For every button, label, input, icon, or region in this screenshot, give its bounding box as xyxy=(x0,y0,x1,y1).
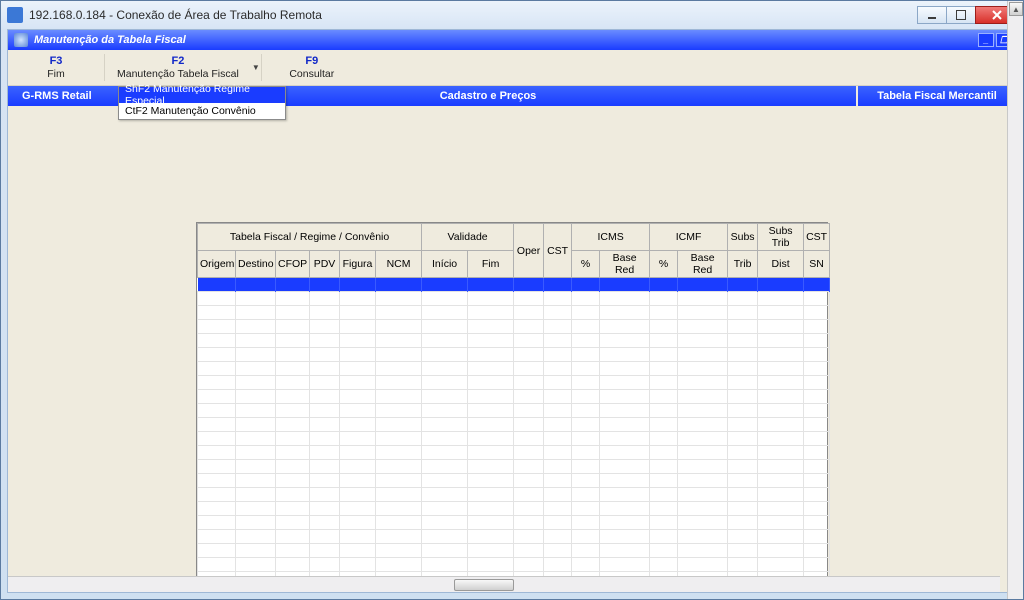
group-header-validade: Validade xyxy=(422,224,514,251)
fkey-f3-code: F3 xyxy=(50,55,63,67)
col-header-fim: Fim xyxy=(468,251,514,278)
scrollbar-thumb[interactable] xyxy=(454,579,514,591)
main-body: Tabela Fiscal / Regime / Convênio Valida… xyxy=(8,106,1016,592)
fkey-f2-dropdown-toggle[interactable]: ▼ xyxy=(251,50,261,85)
col-header-figura: Figura xyxy=(340,251,376,278)
fkey-f3[interactable]: F3 Fim xyxy=(8,50,104,85)
col-header-ncm: NCM xyxy=(376,251,422,278)
fkey-f2[interactable]: F2 Manutenção Tabela Fiscal xyxy=(105,50,251,85)
grid-empty-row[interactable] xyxy=(198,488,830,502)
grid-empty-row[interactable] xyxy=(198,446,830,460)
fkey-f2-code: F2 xyxy=(171,55,184,67)
mdi-minimize-button[interactable]: _ xyxy=(978,33,994,47)
grid-empty-row[interactable] xyxy=(198,376,830,390)
fkey-f9[interactable]: F9 Consultar xyxy=(262,50,362,85)
tabela-fiscal-grid[interactable]: Tabela Fiscal / Regime / Convênio Valida… xyxy=(196,222,828,592)
grid-empty-row[interactable] xyxy=(198,320,830,334)
group-header-tabela: Tabela Fiscal / Regime / Convênio xyxy=(198,224,422,251)
mdi-app-icon xyxy=(14,33,28,47)
col-header-inicio: Início xyxy=(422,251,468,278)
grid-empty-row[interactable] xyxy=(198,460,830,474)
grid-empty-row[interactable] xyxy=(198,418,830,432)
group-header-subs: Subs xyxy=(728,224,758,251)
col-header-icms-pc: % xyxy=(572,251,600,278)
grid-empty-row[interactable] xyxy=(198,362,830,376)
minimize-button[interactable] xyxy=(917,6,947,24)
grid-empty-row[interactable] xyxy=(198,432,830,446)
mdi-window-title: Manutenção da Tabela Fiscal xyxy=(34,34,976,46)
grid-empty-row[interactable] xyxy=(198,334,830,348)
outer-window-titlebar: 192.168.0.184 - Conexão de Área de Traba… xyxy=(1,1,1023,29)
col-header-substrib-dist: Dist xyxy=(758,251,804,278)
maximize-button[interactable] xyxy=(946,6,976,24)
fkey-f2-label: Manutenção Tabela Fiscal xyxy=(117,68,239,80)
grid-empty-row[interactable] xyxy=(198,390,830,404)
rdp-icon xyxy=(7,7,23,23)
fkey-f9-code: F9 xyxy=(305,55,318,67)
grid-empty-row[interactable] xyxy=(198,558,830,572)
group-header-substrib: Subs Trib xyxy=(758,224,804,251)
grid-empty-row[interactable] xyxy=(198,530,830,544)
col-header-icmf-basered: Base Red xyxy=(678,251,728,278)
grid-empty-row[interactable] xyxy=(198,404,830,418)
scroll-up-icon[interactable]: ▲ xyxy=(1009,2,1023,16)
grid-empty-row[interactable] xyxy=(198,474,830,488)
col-header-cfop: CFOP xyxy=(276,251,310,278)
col-header-origem: Origem xyxy=(198,251,236,278)
col-header-icmf-pc: % xyxy=(650,251,678,278)
col-header-icms-basered: Base Red xyxy=(600,251,650,278)
col-header-pdv: PDV xyxy=(310,251,340,278)
dropdown-item-regime-especial[interactable]: ShF2 Manutenção Regime Especial xyxy=(119,87,285,103)
fkey-f3-label: Fim xyxy=(47,68,65,80)
col-header-cst-sn: SN xyxy=(804,251,830,278)
group-header-cst2: CST xyxy=(804,224,830,251)
mdi-titlebar: Manutenção da Tabela Fiscal _ ❐ xyxy=(8,30,1016,50)
fkey-f9-label: Consultar xyxy=(289,68,334,80)
grid-empty-row[interactable] xyxy=(198,348,830,362)
horizontal-scrollbar[interactable] xyxy=(8,576,1000,592)
grid-empty-row[interactable] xyxy=(198,292,830,306)
section-left-label: G-RMS Retail xyxy=(8,86,118,106)
col-header-destino: Destino xyxy=(236,251,276,278)
col-header-subs-trib: Trib xyxy=(728,251,758,278)
fkey-toolbar: F3 Fim F2 Manutenção Tabela Fiscal ▼ F9 … xyxy=(8,50,1016,86)
grid-empty-row[interactable] xyxy=(198,544,830,558)
grid-empty-row[interactable] xyxy=(198,502,830,516)
col-header-cst: CST xyxy=(544,224,572,278)
group-header-icms: ICMS xyxy=(572,224,650,251)
grid-selected-row[interactable] xyxy=(198,278,830,292)
grid-empty-row[interactable] xyxy=(198,306,830,320)
col-header-oper: Oper xyxy=(514,224,544,278)
f2-dropdown-menu: ShF2 Manutenção Regime Especial CtF2 Man… xyxy=(118,86,286,120)
outer-window-title: 192.168.0.184 - Conexão de Área de Traba… xyxy=(29,8,918,22)
grid-empty-row[interactable] xyxy=(198,516,830,530)
section-right-label: Tabela Fiscal Mercantil xyxy=(858,86,1016,106)
group-header-icmf: ICMF xyxy=(650,224,728,251)
vertical-scrollbar[interactable]: ▲ xyxy=(1007,1,1023,599)
